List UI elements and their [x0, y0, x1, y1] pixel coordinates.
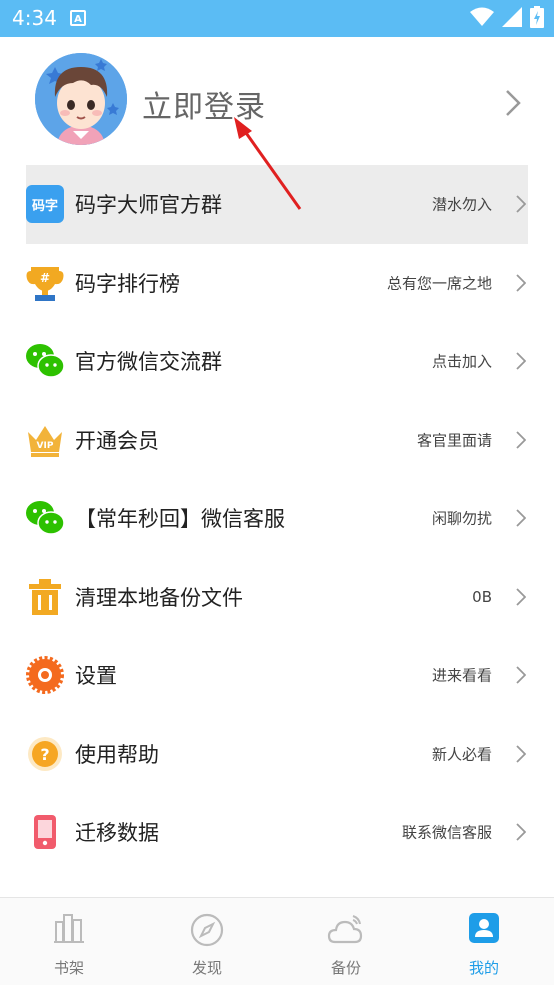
svg-text:VIP: VIP	[37, 441, 54, 451]
user-icon	[469, 913, 499, 943]
status-icons	[470, 6, 544, 28]
svg-text:#: #	[40, 271, 50, 285]
menu-item-wechat-service[interactable]: 【常年秒回】微信客服 闲聊勿扰	[0, 479, 554, 558]
menu-label: 清理本地备份文件	[75, 585, 243, 610]
menu-label: 使用帮助	[75, 742, 159, 767]
menu-hint: 总有您一席之地	[386, 274, 492, 293]
menu-label: 码字排行榜	[75, 271, 180, 296]
svg-text:?: ?	[40, 745, 49, 764]
wechat-icon	[25, 341, 65, 381]
menu-item-ranking[interactable]: # 码字排行榜 总有您一席之地	[0, 244, 554, 323]
chevron-right-icon	[516, 588, 526, 606]
vip-crown-icon: VIP	[25, 420, 65, 460]
menu-item-migrate[interactable]: 迁移数据 联系微信客服	[0, 793, 554, 872]
help-icon: ?	[25, 734, 65, 774]
tab-bookshelf[interactable]: 书架	[0, 898, 138, 985]
tab-label: 我的	[468, 959, 499, 977]
chevron-right-icon[interactable]	[505, 89, 521, 117]
menu-list: 码字 码字大师官方群 潜水勿入 # 码字排行榜 总有您一席之地 官方微信交流群 …	[0, 165, 554, 872]
menu-item-help[interactable]: ? 使用帮助 新人必看	[0, 715, 554, 794]
battery-icon	[530, 6, 544, 28]
tab-mine[interactable]: 我的	[415, 898, 553, 985]
status-time: 4:34	[12, 6, 57, 30]
tab-label: 发现	[191, 959, 222, 977]
menu-label: 设置	[75, 664, 117, 689]
gear-icon	[25, 655, 65, 695]
tab-backup[interactable]: 备份	[277, 898, 415, 985]
notification-icon: A	[70, 10, 86, 26]
trash-icon	[25, 577, 65, 617]
menu-item-official-group[interactable]: 码字 码字大师官方群 潜水勿入	[0, 165, 554, 244]
wifi-icon	[470, 7, 494, 26]
chevron-right-icon	[516, 352, 526, 370]
chevron-right-icon	[516, 666, 526, 684]
signal-icon	[502, 7, 522, 27]
avatar[interactable]	[35, 53, 127, 145]
login-button[interactable]: 立即登录	[142, 82, 266, 126]
profile-header[interactable]: 立即登录	[0, 37, 554, 165]
menu-item-vip[interactable]: VIP 开通会员 客官里面请	[0, 401, 554, 480]
chevron-right-icon	[516, 745, 526, 763]
bottom-tab-bar: 书架 发现 备份 我的	[0, 897, 554, 985]
menu-hint: 客官里面请	[416, 431, 492, 450]
status-bar: 4:34 A	[0, 0, 554, 37]
menu-item-clear-backup[interactable]: 清理本地备份文件 0B	[0, 558, 554, 637]
menu-hint: 闲聊勿扰	[431, 509, 492, 528]
svg-text:码字: 码字	[32, 198, 58, 214]
menu-hint: 点击加入	[431, 352, 492, 371]
cartoon-avatar-icon	[35, 53, 127, 145]
tab-label: 书架	[53, 959, 84, 977]
menu-label: 迁移数据	[75, 821, 159, 846]
phone-migrate-icon	[25, 812, 65, 852]
menu-hint: 0B	[472, 587, 492, 606]
chevron-right-icon	[516, 509, 526, 527]
menu-item-wechat-group[interactable]: 官方微信交流群 点击加入	[0, 322, 554, 401]
wechat-icon	[25, 498, 65, 538]
menu-item-settings[interactable]: 设置 进来看看	[0, 636, 554, 715]
menu-label: 开通会员	[75, 428, 159, 453]
cloud-icon	[327, 915, 363, 944]
qq-group-icon: 码字	[25, 184, 65, 224]
menu-label: 【常年秒回】微信客服	[75, 507, 285, 532]
menu-hint: 进来看看	[431, 666, 492, 685]
menu-label: 官方微信交流群	[75, 350, 222, 375]
bookshelf-icon	[54, 914, 84, 943]
menu-hint: 潜水勿入	[431, 195, 492, 214]
tab-discover[interactable]: 发现	[138, 898, 276, 985]
chevron-right-icon	[516, 195, 526, 213]
menu-hint: 新人必看	[431, 745, 492, 764]
chevron-right-icon	[516, 274, 526, 292]
menu-label: 码字大师官方群	[75, 193, 222, 218]
compass-icon	[190, 913, 224, 947]
chevron-right-icon	[516, 431, 526, 449]
chevron-right-icon	[516, 823, 526, 841]
tab-label: 备份	[330, 959, 361, 977]
menu-hint: 联系微信客服	[401, 823, 492, 842]
trophy-icon: #	[25, 263, 65, 303]
